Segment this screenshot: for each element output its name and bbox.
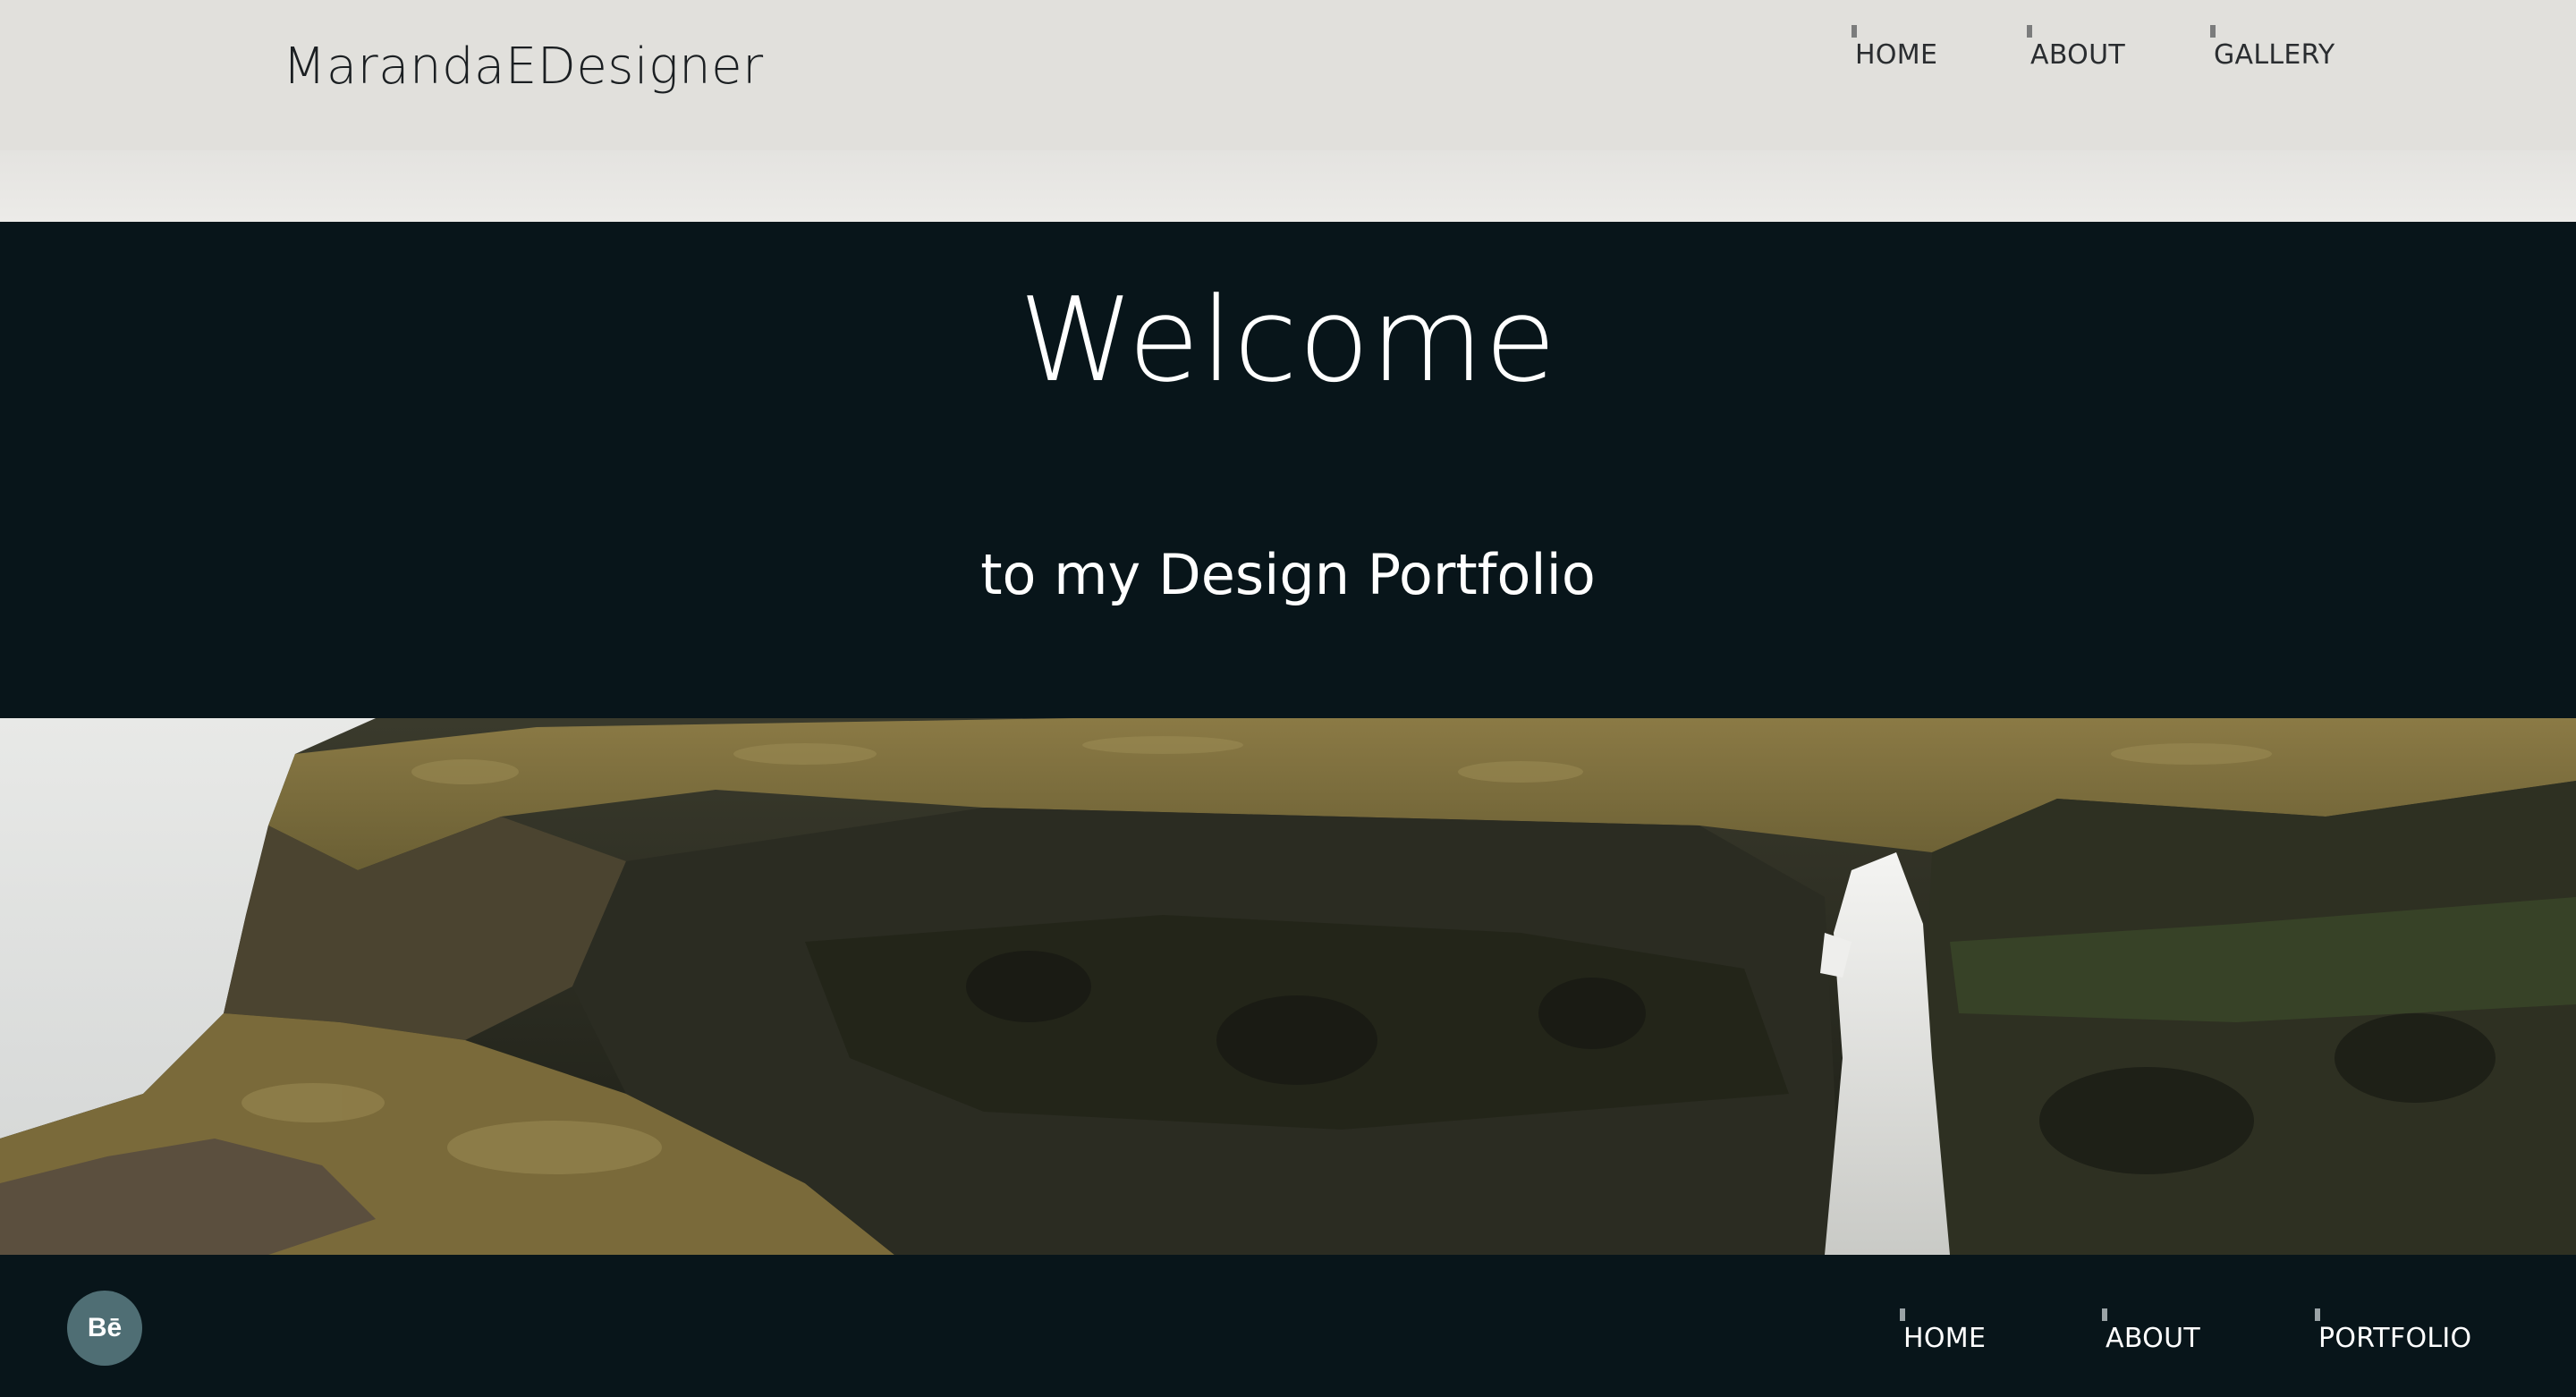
nav-marker [2027, 25, 2032, 38]
footer-nav-home-label: HOME [1903, 1323, 1987, 1354]
site-header: MarandaEDesigner HOME ABOUT GALLERY [0, 0, 2576, 150]
cliff-waterfall-image [0, 718, 2576, 1255]
site-footer: Bē HOME ABOUT PORTFOLIO [0, 1255, 2576, 1397]
nav-marker [2210, 25, 2216, 38]
hero-subtitle: to my Design Portfolio [980, 542, 1596, 607]
nav-marker [2102, 1308, 2107, 1321]
nav-home-label: HOME [1855, 39, 1938, 71]
nav-marker [1852, 25, 1857, 38]
top-nav: HOME ABOUT GALLERY [0, 25, 2576, 88]
hero-title: Welcome [1019, 272, 1557, 408]
header-strip [0, 150, 2576, 222]
hero-section: Welcome to my Design Portfolio [0, 222, 2576, 718]
landscape-image [0, 718, 2576, 1255]
nav-marker [1900, 1308, 1905, 1321]
footer-nav-about-label: ABOUT [2106, 1323, 2200, 1354]
nav-about-label: ABOUT [2030, 39, 2125, 71]
nav-marker [2315, 1308, 2320, 1321]
footer-nav-portfolio-label: PORTFOLIO [2318, 1323, 2472, 1354]
footer-nav: HOME ABOUT PORTFOLIO [0, 1308, 2576, 1371]
nav-gallery-label: GALLERY [2214, 39, 2335, 71]
